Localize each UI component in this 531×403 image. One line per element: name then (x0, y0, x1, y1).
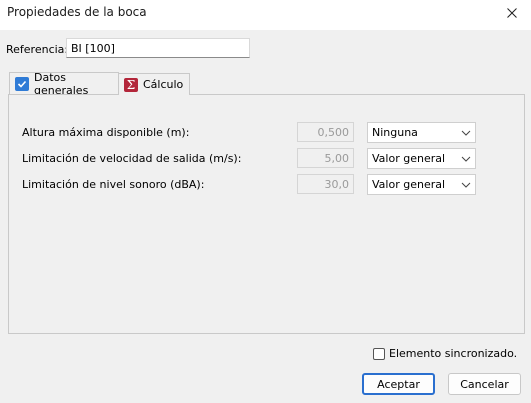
altura-field[interactable]: 0,500 (297, 122, 354, 142)
sync-checkbox-row[interactable]: Elemento sincronizado. (373, 347, 517, 360)
accept-button[interactable]: Aceptar (362, 373, 435, 395)
sonoro-field[interactable]: 30,0 (297, 174, 354, 194)
row-label-altura: Altura máxima disponible (m): (22, 126, 190, 139)
velocidad-field[interactable]: 5,00 (297, 148, 354, 168)
tab-label: Cálculo (143, 78, 184, 91)
select-value: Ninguna (372, 126, 418, 139)
chevron-down-icon (461, 130, 471, 136)
chevron-down-icon (461, 156, 471, 162)
chevron-down-icon (461, 182, 471, 188)
select-value: Valor general (372, 178, 446, 191)
window-title: Propiedades de la boca (7, 5, 147, 19)
sync-checkbox[interactable] (373, 347, 385, 360)
referencia-input[interactable] (66, 38, 250, 58)
tab-calculo[interactable]: Σ Cálculo (118, 73, 190, 95)
altura-select[interactable]: Ninguna (367, 122, 476, 143)
checkbox-icon (15, 76, 29, 91)
close-icon (507, 8, 517, 18)
sync-label: Elemento sincronizado. (389, 347, 518, 360)
tab-label: Datos generales (34, 70, 89, 97)
tab-datos-generales[interactable]: Datos generales (9, 70, 119, 97)
row-label-velocidad: Limitación de velocidad de salida (m/s): (22, 152, 242, 165)
sonoro-select[interactable]: Valor general (367, 174, 476, 195)
title-bar: Propiedades de la boca (0, 0, 531, 30)
sigma-icon: Σ (124, 77, 138, 92)
velocidad-select[interactable]: Valor general (367, 148, 476, 169)
row-label-sonoro: Limitación de nivel sonoro (dBA): (22, 178, 205, 191)
select-value: Valor general (372, 152, 446, 165)
referencia-label: Referencia: (6, 43, 69, 56)
cancel-button[interactable]: Cancelar (448, 373, 521, 395)
close-button[interactable] (501, 3, 523, 23)
